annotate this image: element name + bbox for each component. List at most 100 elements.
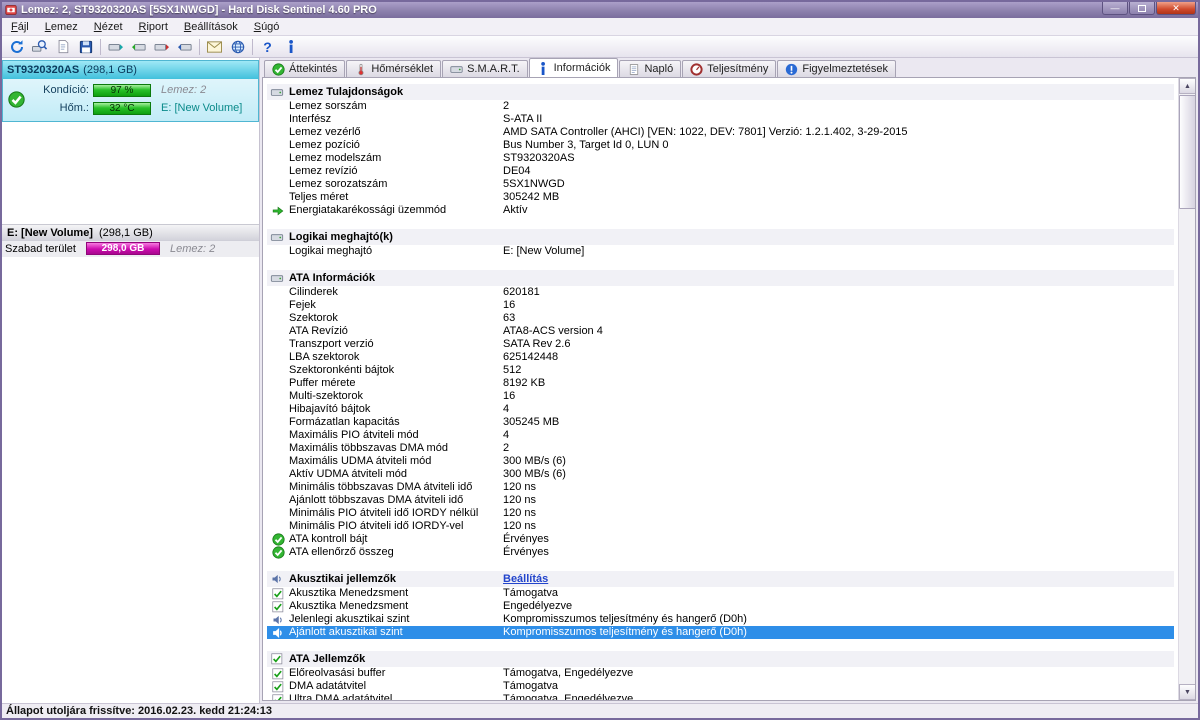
info-row[interactable]: Lemez modelszám ST9320320AS [267,152,1174,165]
section-header: Logikai meghajtó(k) [267,229,1174,245]
info-row[interactable]: Előreolvasási buffer Támogatva, Engedélye… [267,667,1174,680]
scroll-up-icon[interactable]: ▲ [1179,78,1195,94]
info-row[interactable]: Maximális PIO átviteli mód 4 [267,429,1174,442]
tab-overview[interactable]: Áttekintés [264,60,346,77]
info-row[interactable]: Minimális többszavas DMA átviteli idő 120… [267,481,1174,494]
info-row[interactable]: Hibajavító bájtok 4 [267,403,1174,416]
tab-log[interactable]: Napló [619,60,682,77]
info-row[interactable]: Interfész S-ATA II [267,113,1174,126]
disk-size: (298,1 GB) [83,64,137,76]
info-row[interactable]: DMA adatátvitel Támogatva [267,680,1174,693]
send-mail-icon[interactable] [203,37,226,57]
section-title: ATA Jellemzők [289,653,366,665]
no-icon [272,429,287,442]
info-row[interactable]: Teljes méret 305242 MB [267,191,1174,204]
checkbox-icon [272,587,287,600]
row-label: Formázatlan kapacitás [289,416,400,428]
next-disk-icon[interactable] [150,37,173,57]
no-icon [272,139,287,152]
info-row[interactable]: Maximális többszavas DMA mód 2 [267,442,1174,455]
no-icon [272,165,287,178]
row-value: Engedélyezve [503,600,573,612]
info-row[interactable]: Minimális PIO átviteli idő IORDY nélkül 1… [267,507,1174,520]
info-row[interactable]: Fejek 16 [267,299,1174,312]
info-row[interactable]: Transzport verzió SATA Rev 2.6 [267,338,1174,351]
info-row[interactable]: ATA Revízió ATA8-ACS version 4 [267,325,1174,338]
info-row[interactable]: Lemez sorozatszám 5SX1NWGD [267,178,1174,191]
info-row[interactable]: Puffer mérete 8192 KB [267,377,1174,390]
info-row[interactable]: Lemez sorszám 2 [267,100,1174,113]
info-row[interactable]: Logikai meghajtó E: [New Volume] [267,245,1174,258]
row-label: Lemez sorozatszám [289,178,388,190]
info-row[interactable]: Aktív UDMA átviteli mód 300 MB/s (6) [267,468,1174,481]
row-value: 305245 MB [503,416,560,428]
info-row[interactable]: Ajánlott többszavas DMA átviteli idő 120 … [267,494,1174,507]
row-label: Cilinderek [289,286,338,298]
close-button[interactable]: ✕ [1156,2,1196,15]
menu-item-3[interactable]: Riport [131,19,176,35]
refresh-icon[interactable] [5,37,28,57]
tab-temperature[interactable]: Hőmérséklet [346,60,442,77]
info-row[interactable]: Multi-szektorok 16 [267,390,1174,403]
temperature-bar: 32 °C [93,102,151,115]
temperature-label: Hőm.: [59,102,89,114]
row-label: Minimális többszavas DMA átviteli idő [289,481,473,493]
info-row[interactable]: Ajánlott akusztikai szint Kompromisszumos… [267,626,1174,639]
no-icon [272,245,287,258]
info-row[interactable]: Ultra DMA adatátvitel Támogatva, Engedély… [267,693,1174,700]
tab-performance[interactable]: Teljesítmény [682,60,777,77]
info-row[interactable]: Akusztika Menedzsment Engedélyezve [267,600,1174,613]
free-space-label: Szabad terület [5,243,76,255]
info-row[interactable]: Szektorok 63 [267,312,1174,325]
last-disk-icon[interactable] [173,37,196,57]
menu-item-0[interactable]: Fájl [3,19,37,35]
info-row[interactable]: Jelenlegi akusztikai szint Kompromisszumo… [267,613,1174,626]
menu-item-1[interactable]: Lemez [37,19,86,35]
info-row[interactable]: Energiatakarékossági üzemmód Aktív [267,204,1174,217]
quick-test-icon[interactable] [28,37,51,57]
info-row[interactable]: LBA szektorok 625142448 [267,351,1174,364]
info-row[interactable]: Lemez pozíció Bus Number 3, Target Id 0, … [267,139,1174,152]
section-title: ATA Információk [289,272,375,284]
partition-list-item[interactable]: E: [New Volume] (298,1 GB) Szabad terüle… [2,224,259,257]
scrollbar[interactable]: ▲ ▼ [1178,78,1195,700]
row-value: Aktív [503,204,528,216]
info-row[interactable]: ATA kontroll bájt Érvényes [267,533,1174,546]
info-row[interactable]: Akusztika Menedzsment Támogatva [267,587,1174,600]
website-icon[interactable] [226,37,249,57]
scrollbar-thumb[interactable] [1179,95,1195,209]
menu-item-2[interactable]: Nézet [86,19,131,35]
info-row[interactable]: Szektoronkénti bájtok 512 [267,364,1174,377]
menu-item-5[interactable]: Súgó [246,19,288,35]
report-icon[interactable] [51,37,74,57]
info-row[interactable]: Minimális PIO átviteli idő IORDY-vel 120 … [267,520,1174,533]
gauge-icon [690,62,703,76]
row-value: 620181 [503,286,540,298]
row-label: Lemez modelszám [289,152,382,164]
save-icon[interactable] [74,37,97,57]
info-row[interactable]: Lemez vezérlő AMD SATA Controller (AHCI) … [267,126,1174,139]
info-row[interactable]: Maximális UDMA átviteli mód 300 MB/s (6) [267,455,1174,468]
first-disk-icon[interactable] [104,37,127,57]
help-icon[interactable]: ? [256,37,279,57]
info-row[interactable]: Formázatlan kapacitás 305245 MB [267,416,1174,429]
row-value: 4 [503,403,510,415]
info-row[interactable]: Lemez revízió DE04 [267,165,1174,178]
settings-link[interactable]: Beállítás [503,573,548,585]
row-value: Támogatva, Engedélyezve [503,693,634,700]
prev-disk-icon[interactable] [127,37,150,57]
menu-item-4[interactable]: Beállítások [176,19,246,35]
scroll-down-icon[interactable]: ▼ [1179,684,1195,700]
tab-smart[interactable]: S.M.A.R.T. [442,60,528,77]
tab-information[interactable]: Információk [528,58,619,77]
log-page-icon [627,63,640,76]
maximize-button[interactable] [1129,2,1155,15]
about-icon[interactable] [279,37,302,57]
row-label: Szektoronkénti bájtok [289,364,395,376]
info-row[interactable]: ATA ellenőrző összeg Érvényes [267,546,1174,559]
titlebar[interactable]: Lemez: 2, ST9320320AS [5SX1NWGD] - Hard … [2,2,1198,18]
minimize-button[interactable]: — [1102,2,1128,15]
info-row[interactable]: Cilinderek 620181 [267,286,1174,299]
disk-list-item[interactable]: ST9320320AS (298,1 GB) Kondíció: 97 % Le… [2,60,259,122]
tab-alerts[interactable]: Figyelmeztetések [777,60,896,77]
